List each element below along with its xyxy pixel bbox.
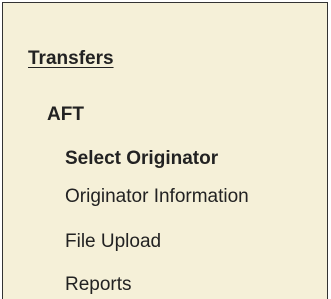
nav-item-file-upload[interactable]: File Upload [65, 231, 161, 253]
nav-item-originator-information[interactable]: Originator Information [65, 186, 249, 208]
nav-link-transfers[interactable]: Transfers [28, 48, 114, 70]
nav-link-aft[interactable]: AFT [47, 104, 84, 126]
nav-item-reports[interactable]: Reports [65, 274, 132, 296]
nav-item-select-originator[interactable]: Select Originator [65, 148, 218, 170]
navigation-panel: Transfers AFT Select Originator Originat… [2, 2, 328, 299]
